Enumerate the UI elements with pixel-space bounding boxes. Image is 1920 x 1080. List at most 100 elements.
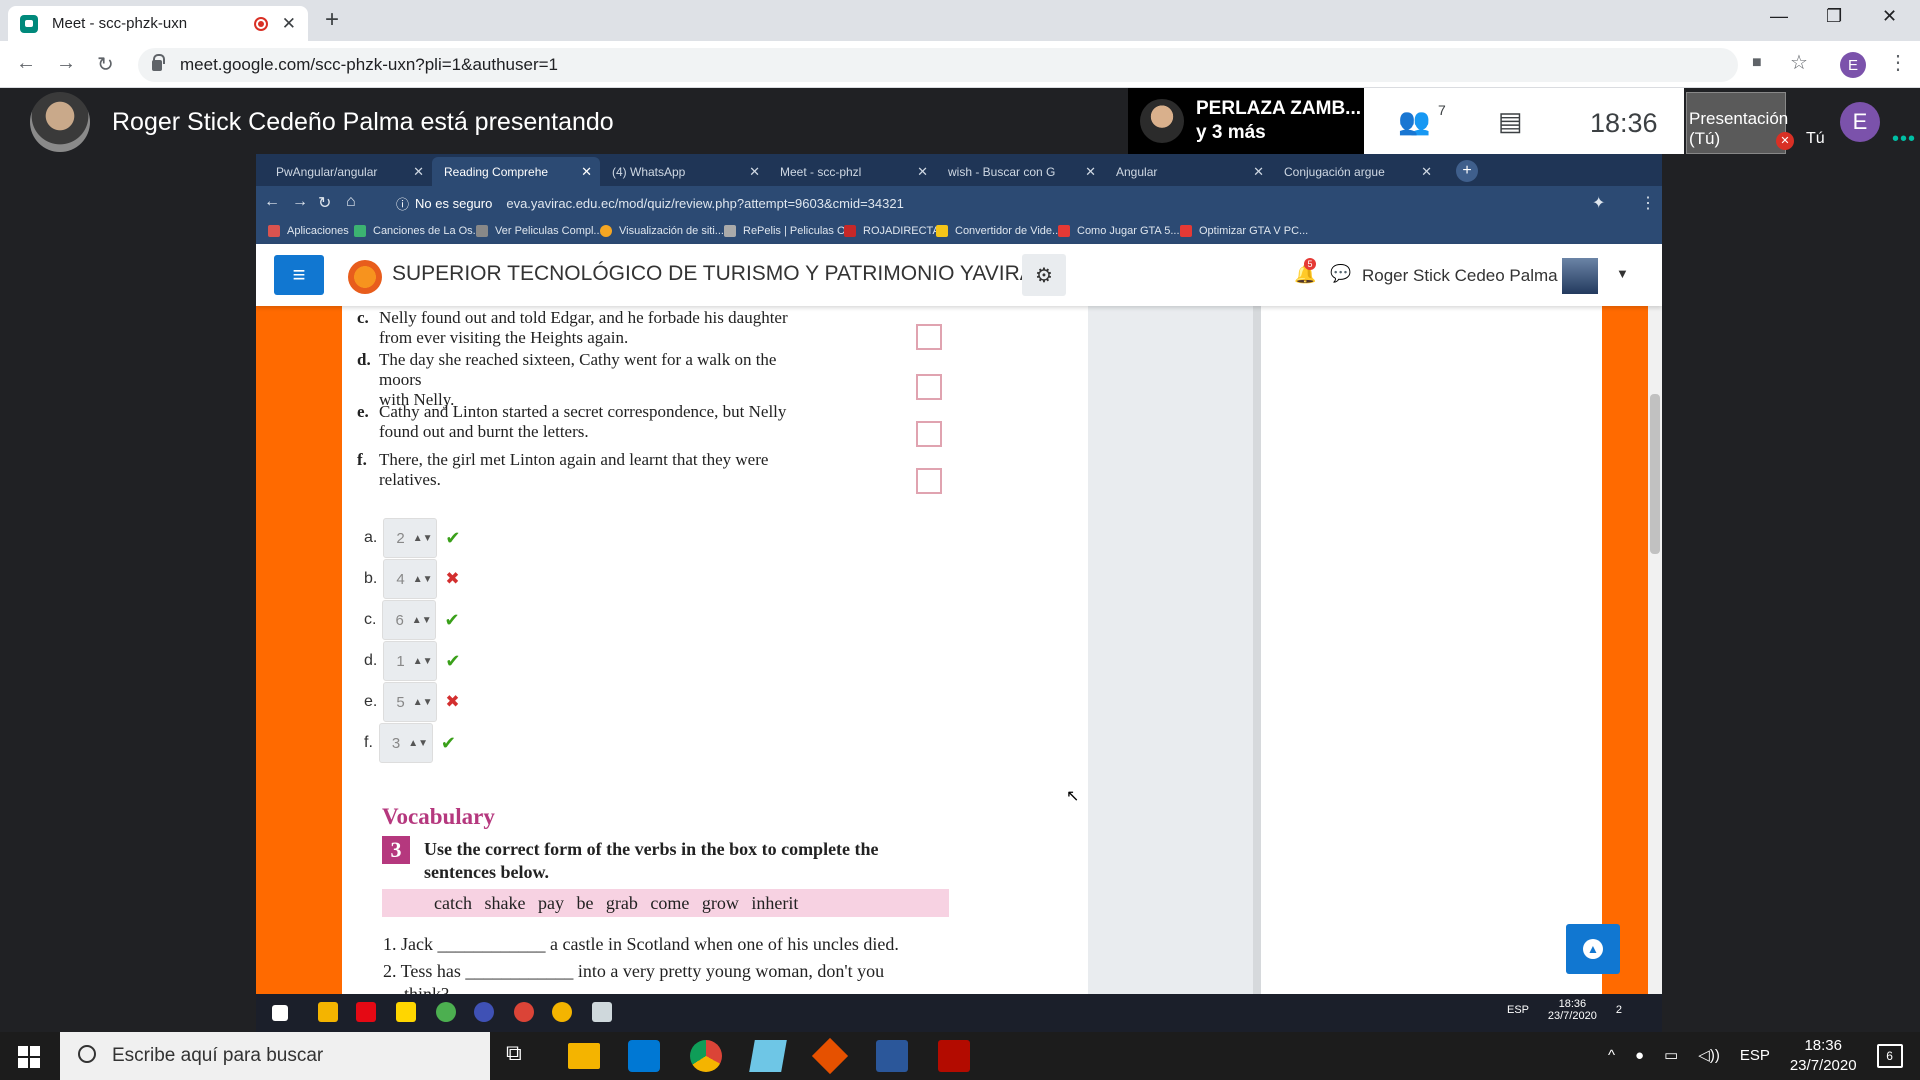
- self-avatar: E: [1840, 102, 1880, 142]
- participant-avatar: [1140, 99, 1184, 143]
- site-title[interactable]: SUPERIOR TECNOLÓGICO DE TURISMO Y PATRIM…: [392, 262, 1049, 286]
- close-window-icon[interactable]: ✕: [1882, 6, 1897, 27]
- bookmark[interactable]: Visualización de siti...: [600, 225, 724, 237]
- chat-icon[interactable]: ▤: [1498, 106, 1523, 137]
- volume-icon[interactable]: ◁)): [1698, 1046, 1720, 1066]
- app-icon[interactable]: [592, 1002, 612, 1022]
- word-icon[interactable]: [876, 1040, 908, 1072]
- app-icon[interactable]: [436, 1002, 456, 1022]
- inner-omnibox[interactable]: ⓘ No es seguro eva.yavirac.edu.ec/mod/qu…: [396, 190, 1596, 216]
- user-avatar[interactable]: [1562, 258, 1598, 294]
- inner-tray-lang: ESP: [1507, 1003, 1529, 1016]
- inner-notification-count[interactable]: 2: [1616, 1004, 1622, 1016]
- bookmark[interactable]: Canciones de La Os...: [354, 225, 482, 237]
- browser-tab-meet[interactable]: Meet - scc-phzk-uxn ✕: [8, 6, 308, 41]
- scrollbar[interactable]: [1648, 244, 1662, 994]
- file-explorer-icon[interactable]: [568, 1043, 600, 1069]
- notification-count: 6: [1886, 1049, 1893, 1063]
- user-name[interactable]: Roger Stick Cedeo Palma: [1362, 266, 1558, 286]
- tray-chevron-icon[interactable]: ^: [1608, 1046, 1615, 1066]
- bookmark[interactable]: Ver Peliculas Compl...: [476, 225, 603, 237]
- extensions-icon[interactable]: ✦: [1592, 193, 1605, 213]
- inner-home-icon[interactable]: ⌂: [346, 193, 356, 211]
- inner-tab-active[interactable]: Reading Comprehe ✕: [432, 157, 600, 186]
- chrome-icon[interactable]: [514, 1002, 534, 1022]
- more-options-icon[interactable]: •••: [1892, 128, 1916, 151]
- self-presentation-tile[interactable]: Presentación (Tú): [1686, 92, 1788, 154]
- participant-tile[interactable]: PERLAZA ZAMB... y 3 más: [1128, 88, 1364, 154]
- people-icon[interactable]: 👥: [1398, 106, 1430, 137]
- bookmark[interactable]: Convertidor de Vide...: [936, 225, 1061, 237]
- bookmark[interactable]: Como Jugar GTA 5...: [1058, 225, 1180, 237]
- network-icon[interactable]: ▭: [1664, 1046, 1678, 1066]
- explorer-icon[interactable]: [318, 1002, 338, 1022]
- maximize-icon[interactable]: ❐: [1826, 6, 1842, 27]
- sticky-notes-icon[interactable]: [396, 1002, 416, 1022]
- recording-icon: [253, 16, 268, 31]
- correct-check-icon: ✔: [445, 650, 461, 671]
- presenting-title: Roger Stick Cedeño Palma está presentand…: [112, 108, 614, 136]
- star-icon[interactable]: ☆: [1790, 50, 1808, 75]
- divider: [1253, 306, 1261, 994]
- vscode-icon[interactable]: [628, 1040, 660, 1072]
- inner-forward-icon[interactable]: →: [292, 193, 308, 211]
- inner-tab[interactable]: Conjugación argue ✕: [1272, 157, 1440, 186]
- answer-row: f. 3 ▲▼ ✔: [364, 723, 456, 763]
- site-logo: [348, 260, 382, 294]
- netflix-icon[interactable]: [356, 1002, 376, 1022]
- camera-icon[interactable]: ■: [1752, 54, 1762, 72]
- inner-reload-icon[interactable]: ↻: [318, 193, 331, 213]
- info-icon: ⓘ: [396, 196, 410, 212]
- acrobat-icon[interactable]: [938, 1040, 970, 1072]
- bookmark[interactable]: Aplicaciones: [268, 225, 349, 237]
- tray-lang[interactable]: ESP: [1740, 1046, 1770, 1066]
- taskbar-search[interactable]: Escribe aquí para buscar: [60, 1032, 490, 1080]
- answer-select[interactable]: 4 ▲▼: [383, 559, 438, 599]
- close-tab-icon[interactable]: ✕: [282, 14, 296, 34]
- profile-avatar[interactable]: E: [1840, 52, 1866, 78]
- hamburger-menu-icon[interactable]: ≡: [274, 255, 324, 295]
- back-icon[interactable]: ←: [16, 52, 36, 75]
- message-icon[interactable]: 💬: [1330, 264, 1351, 284]
- answer-select[interactable]: 2 ▲▼: [383, 518, 438, 558]
- answer-select[interactable]: 3 ▲▼: [378, 723, 433, 763]
- menu-icon[interactable]: ⋮: [1888, 50, 1908, 75]
- windows-start-icon[interactable]: [18, 1046, 40, 1068]
- answer-row: d. 1 ▲▼ ✔: [364, 641, 460, 681]
- scroll-top-button[interactable]: ▲: [1566, 924, 1620, 974]
- inner-back-icon[interactable]: ←: [264, 193, 280, 211]
- inner-tab[interactable]: wish - Buscar con G ✕: [936, 157, 1104, 186]
- chrome-icon[interactable]: [690, 1040, 722, 1072]
- inner-tab[interactable]: (4) WhatsApp ✕: [600, 157, 768, 186]
- forward-icon[interactable]: →: [56, 52, 76, 75]
- inner-menu-icon[interactable]: ⋮: [1640, 193, 1656, 213]
- user-menu-caret-icon[interactable]: ▼: [1616, 266, 1629, 281]
- bookmarks-bar: Aplicaciones Canciones de La Os... Ver P…: [256, 220, 1662, 244]
- task-view-icon[interactable]: ⧉: [506, 1040, 538, 1072]
- scrollbar-thumb[interactable]: [1650, 394, 1660, 554]
- answer-select[interactable]: 1 ▲▼: [383, 641, 438, 681]
- side-panel: [1262, 306, 1602, 994]
- statement: e. Cathy and Linton started a secret corr…: [357, 402, 787, 441]
- minimize-icon[interactable]: —: [1770, 6, 1788, 27]
- chrome-icon[interactable]: [552, 1002, 572, 1022]
- inner-tab[interactable]: PwAngular/angular ✕: [264, 157, 432, 186]
- notifications-icon[interactable]: 6: [1876, 1044, 1903, 1068]
- bookmark[interactable]: RePelis | Peliculas O...: [724, 225, 855, 237]
- inner-tab[interactable]: Angular ✕: [1104, 157, 1272, 186]
- bookmark[interactable]: ROJADIRECTA: [844, 225, 940, 237]
- answer-select[interactable]: 5 ▲▼: [383, 682, 438, 722]
- word-box: catch shake pay be grab come grow inheri…: [382, 889, 949, 917]
- gear-icon[interactable]: ⚙: [1022, 254, 1066, 296]
- bookmark[interactable]: Optimizar GTA V PC...: [1180, 225, 1308, 237]
- reload-icon[interactable]: ↻: [97, 52, 114, 77]
- app-icon[interactable]: [749, 1040, 787, 1072]
- omnibox[interactable]: meet.google.com/scc-phzk-uxn?pli=1&authu…: [138, 48, 1738, 82]
- answer-select[interactable]: 6 ▲▼: [382, 600, 437, 640]
- app-icon[interactable]: [474, 1002, 494, 1022]
- inner-tab[interactable]: Meet - scc-phzl ✕: [768, 157, 936, 186]
- mic-icon[interactable]: ●: [1635, 1046, 1644, 1066]
- windows-start-icon[interactable]: [272, 1005, 288, 1021]
- inner-new-tab-button[interactable]: +: [1456, 160, 1478, 182]
- new-tab-button[interactable]: +: [325, 6, 339, 34]
